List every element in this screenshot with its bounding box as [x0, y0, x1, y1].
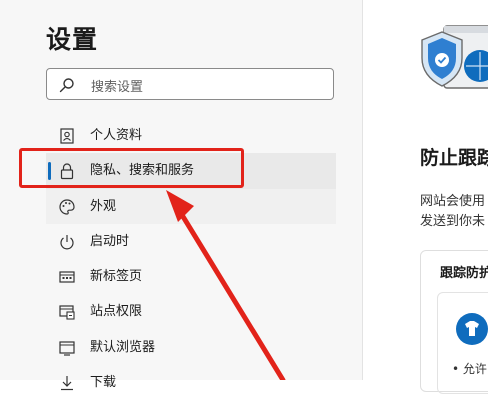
description-line-2: 发送到你未	[420, 214, 486, 229]
description-line-1: 网站会使用	[420, 194, 486, 209]
page-heading: 防止跟踪	[420, 147, 488, 169]
basic-level-icon	[456, 313, 488, 345]
annotation-arrow	[166, 190, 286, 380]
option-bullet: • 允许	[452, 362, 487, 376]
card-title: 跟踪防护	[440, 266, 488, 281]
tracking-illustration	[421, 25, 488, 89]
